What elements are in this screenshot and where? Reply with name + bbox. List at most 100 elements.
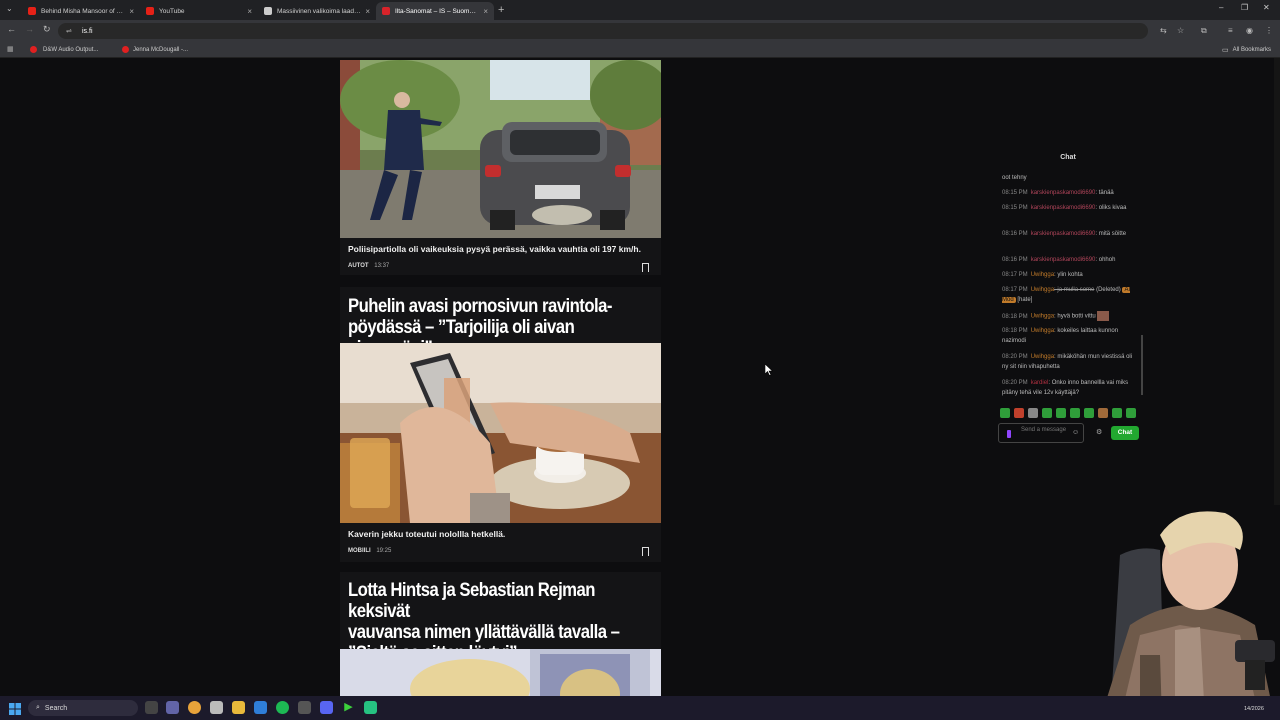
translate-icon[interactable]: ⇆: [1160, 26, 1167, 35]
tab-search-icon[interactable]: ⌄: [6, 4, 13, 13]
bookmark-icon[interactable]: [642, 263, 649, 272]
obs-icon[interactable]: [298, 701, 311, 714]
article-image[interactable]: [340, 649, 661, 696]
chat-text: : tänää: [1095, 190, 1114, 196]
emote-icon[interactable]: [1126, 408, 1136, 418]
webcam-overlay: [1080, 505, 1280, 720]
search-icon: ⌕: [36, 704, 40, 711]
chat-username[interactable]: karskienpaskamodi6690: [1031, 231, 1096, 237]
extensions-icon[interactable]: ⧉: [1201, 26, 1207, 36]
chat-username[interactable]: Uwihgga: [1031, 354, 1054, 360]
article-time: 13:37: [374, 263, 390, 269]
forward-icon[interactable]: →: [25, 24, 34, 34]
all-bookmarks-label: All Bookmarks: [1232, 47, 1271, 53]
chat-message: 08:16 PM karskienpaskamodi6690: ohhoh: [1002, 255, 1134, 265]
youtube-icon: [122, 46, 129, 53]
emote-icon[interactable]: [1028, 408, 1038, 418]
chat-username[interactable]: karskienpaskamodi6690: [1031, 205, 1096, 211]
back-icon[interactable]: ←: [7, 24, 16, 34]
chat-username[interactable]: karskienpaskamodi6690: [1031, 190, 1096, 196]
tab-title: Massiivinen valikoima laadukkaita: [277, 7, 361, 15]
task-view-icon[interactable]: [145, 701, 158, 714]
chrome-icon[interactable]: [188, 701, 201, 714]
tab-3[interactable]: Ilta-Sanomat – IS – Suomen suurin ×: [376, 2, 494, 20]
article-caption[interactable]: Kaverin jekku toteutui nolollla hetkellä…: [348, 529, 505, 539]
article-image[interactable]: [340, 60, 661, 238]
emote-icon[interactable]: [1042, 408, 1052, 418]
bookmark-item[interactable]: Jenna McDougall -...: [122, 46, 188, 53]
chat-scrollbar[interactable]: [1141, 335, 1143, 395]
close-icon[interactable]: ×: [483, 7, 488, 16]
emoji-icon[interactable]: ☺: [1072, 429, 1079, 436]
emote-icon[interactable]: [1014, 408, 1024, 418]
minimize-button[interactable]: –: [1219, 3, 1223, 12]
close-window-button[interactable]: ✕: [1263, 3, 1270, 12]
spotify-icon[interactable]: [276, 701, 289, 714]
chat-text: : oliks kivaa: [1095, 205, 1127, 211]
bookmark-item[interactable]: D&W Audio Output...: [30, 46, 98, 53]
chat-message: 08:20 PM Uwihgga: mikäköhän mun viestissä…: [1002, 352, 1134, 372]
file-explorer-icon[interactable]: [232, 701, 245, 714]
all-bookmarks[interactable]: ▭ All Bookmarks: [1222, 46, 1271, 54]
chat-username[interactable]: karskienpaskamodi6690: [1031, 257, 1096, 263]
teams-icon[interactable]: [166, 701, 179, 714]
apps-icon[interactable]: ▦: [7, 45, 14, 53]
close-icon[interactable]: ×: [365, 7, 370, 16]
emote-icon[interactable]: [1056, 408, 1066, 418]
emote-icon[interactable]: [1112, 408, 1122, 418]
chat-username[interactable]: Uwihgga: [1031, 314, 1054, 320]
chat-message-input[interactable]: Send a message ☺: [998, 423, 1084, 443]
star-icon[interactable]: ☆: [1177, 26, 1184, 35]
tab-2[interactable]: Massiivinen valikoima laadukkaita ×: [258, 2, 376, 20]
chat-message: oot tehny: [1002, 173, 1134, 183]
emote-icon[interactable]: [1098, 408, 1108, 418]
emote-icon[interactable]: [1084, 408, 1094, 418]
site-info-icon[interactable]: ⇌: [66, 27, 76, 35]
taskbar-search[interactable]: ⌕ Search: [28, 700, 138, 716]
chat-message: 08:20 PM kardiel: Onko inno bannellla vai…: [1002, 378, 1134, 398]
article-card[interactable]: Poliisipartiolla oli vaikeuksia pysyä pe…: [340, 60, 661, 275]
tab-title: Behind Misha Mansoor of Periphery: [41, 7, 125, 15]
maximize-button[interactable]: ❐: [1241, 3, 1248, 12]
youtube-icon: [30, 46, 37, 53]
store-icon[interactable]: [210, 701, 223, 714]
chat-username[interactable]: Uwihgga: [1031, 272, 1054, 278]
chat-send-button[interactable]: Chat: [1111, 426, 1139, 440]
windows-start-icon[interactable]: [9, 702, 21, 715]
menu-icon[interactable]: ⋮: [1265, 26, 1273, 35]
settings-gear-icon[interactable]: ⚙: [1096, 428, 1102, 436]
chat-message: 08:18 PM Uwihgga: kokeiles laittaa kunnon…: [1002, 326, 1134, 346]
chat-username[interactable]: Uwihgga: [1031, 328, 1054, 334]
bits-icon[interactable]: [1007, 430, 1011, 438]
play-icon[interactable]: ▶: [342, 701, 355, 714]
app-icon[interactable]: [320, 701, 333, 714]
article-card[interactable]: Lotta Hintsa ja Sebastian Rejman keksivä…: [340, 572, 661, 696]
media-icon[interactable]: ≡: [1228, 26, 1233, 35]
address-bar[interactable]: ⇌ is.fi: [58, 23, 1148, 39]
close-icon[interactable]: ×: [247, 7, 252, 16]
article-image[interactable]: [340, 343, 661, 523]
deleted-label: (Deleted): [1096, 287, 1121, 293]
chat-username[interactable]: Uwihgga: [1031, 287, 1054, 293]
emote-icon[interactable]: [1070, 408, 1080, 418]
app-icon[interactable]: [364, 701, 377, 714]
emote-icon[interactable]: [1000, 408, 1010, 418]
chat-timestamp: 08:18 PM: [1002, 328, 1028, 334]
article-time: 19:25: [376, 548, 392, 554]
headline-line: Lotta Hintsa ja Sebastian Rejman keksivä…: [348, 580, 596, 622]
tab-0[interactable]: Behind Misha Mansoor of Periphery ×: [22, 2, 140, 20]
close-icon[interactable]: ×: [129, 7, 134, 16]
bookmark-icon[interactable]: [642, 547, 649, 556]
tab-1[interactable]: YouTube ×: [140, 2, 258, 20]
is-logo-icon: [382, 7, 390, 15]
new-tab-button[interactable]: +: [498, 4, 504, 16]
profile-icon[interactable]: ◉: [1246, 26, 1253, 35]
reload-icon[interactable]: ↻: [43, 24, 51, 35]
chat-username[interactable]: kardiel: [1031, 380, 1049, 386]
folder-icon: ▭: [1222, 47, 1229, 54]
article-caption[interactable]: Poliisipartiolla oli vaikeuksia pysyä pe…: [348, 244, 641, 254]
article-category[interactable]: AUTOT: [348, 263, 369, 269]
article-card[interactable]: Puhelin avasi pornosivun ravintola- pöyd…: [340, 287, 661, 562]
article-category[interactable]: MOBIILI: [348, 548, 371, 554]
edge-icon[interactable]: [254, 701, 267, 714]
